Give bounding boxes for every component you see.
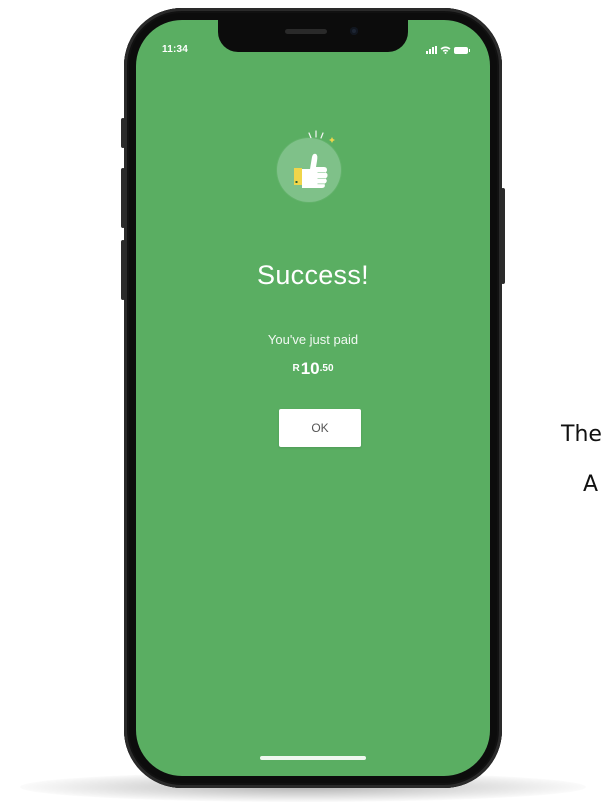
amount-major: 10: [300, 359, 320, 378]
speaker-grille: [285, 29, 327, 34]
thumbs-up-icon: [294, 153, 328, 188]
battery-icon: [454, 46, 470, 54]
silent-switch: [121, 118, 125, 148]
phone-screen: 11:34 Success! You've just paid R10.50 O…: [136, 20, 490, 776]
volume-up-button: [121, 168, 125, 228]
success-badge: [277, 138, 341, 202]
phone-frame: 11:34 Success! You've just paid R10.50 O…: [121, 8, 505, 788]
payment-amount: R10.50: [136, 360, 490, 378]
side-text-line-1: The: [561, 422, 602, 447]
amount-currency: R: [292, 363, 300, 374]
status-time: 11:34: [162, 44, 189, 55]
notch: [218, 20, 408, 52]
success-title: Success!: [257, 260, 369, 290]
signal-icon: [426, 46, 437, 54]
amount-minor: .50: [319, 363, 334, 374]
power-button: [501, 188, 505, 284]
front-camera: [350, 27, 358, 35]
home-indicator[interactable]: [260, 756, 366, 760]
ok-button[interactable]: OK: [279, 409, 361, 447]
status-icons: [426, 46, 470, 54]
side-text-line-2: A: [583, 472, 599, 497]
payment-message: You've just paid: [267, 332, 359, 347]
wifi-icon: [440, 46, 451, 54]
page: 11:34 Success! You've just paid R10.50 O…: [0, 0, 606, 808]
volume-down-button: [121, 240, 125, 300]
